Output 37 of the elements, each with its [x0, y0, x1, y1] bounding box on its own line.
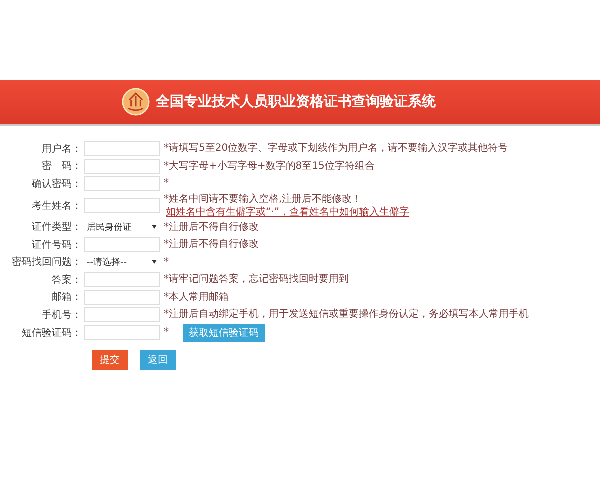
- field-label: 确认密码：: [31, 178, 82, 191]
- input-field[interactable]: [84, 325, 160, 340]
- field-label: 用户名：: [41, 142, 82, 156]
- hint-text: *: [164, 326, 170, 339]
- hint-text: *注册后不得自行修改: [164, 220, 260, 234]
- input-field[interactable]: [84, 141, 160, 156]
- input-field[interactable]: [84, 198, 160, 213]
- caret-icon: [152, 260, 157, 264]
- field-label: 证件类型：: [31, 220, 82, 234]
- input-field[interactable]: [84, 237, 160, 252]
- field-label: 密码找回问题：: [11, 256, 82, 270]
- input-field[interactable]: [84, 307, 160, 322]
- field-label: 手机号：: [41, 308, 82, 322]
- input-field[interactable]: [84, 272, 160, 288]
- input-field[interactable]: [84, 158, 160, 174]
- hint-text: *注册后自动绑定手机，用于发送短信或重要操作身份认定，务必填写本人常用手机: [164, 308, 530, 322]
- hint-text: *注册后不得自行修改: [164, 238, 260, 252]
- input-field[interactable]: [84, 290, 160, 305]
- field-label: 证件号码：: [31, 238, 82, 252]
- field-label: 答案：: [51, 274, 82, 287]
- help-link[interactable]: 如姓名中含有生僻字或“·”，查看姓名中如何输入生僻字: [166, 206, 410, 218]
- input-field[interactable]: [84, 176, 160, 192]
- field-label: 短信验证码：: [21, 326, 82, 340]
- caret-icon: [152, 225, 157, 230]
- hint-text: *请牢记问题答案，忘记密码找回时要用到: [164, 273, 350, 286]
- field-label: 密 码：: [41, 160, 82, 174]
- field-label: 邮箱：: [51, 290, 82, 304]
- hint-text: *姓名中间请不要输入空格,注册后不能修改！ 如姓名中含有生僻字或“·”，查看姓名中如何输入生僻字: [164, 192, 411, 218]
- system-title: 全国专业技术人员职业资格证书查询验证系统: [156, 93, 436, 111]
- hint-text: *请填写5至20位数字、字母或下划线作为用户名，请不要输入汉字或其他符号: [164, 142, 510, 156]
- hint-text: *: [164, 177, 170, 190]
- field-label: 考生姓名：: [31, 200, 82, 212]
- hint-text: *: [164, 256, 170, 269]
- submit-button[interactable]: 提交: [92, 350, 128, 370]
- logo-icon: [122, 88, 150, 116]
- hint-text: *大写字母+小写字母+数字的8至15位字符组合: [164, 160, 376, 173]
- hint-text: *本人常用邮箱: [164, 290, 230, 304]
